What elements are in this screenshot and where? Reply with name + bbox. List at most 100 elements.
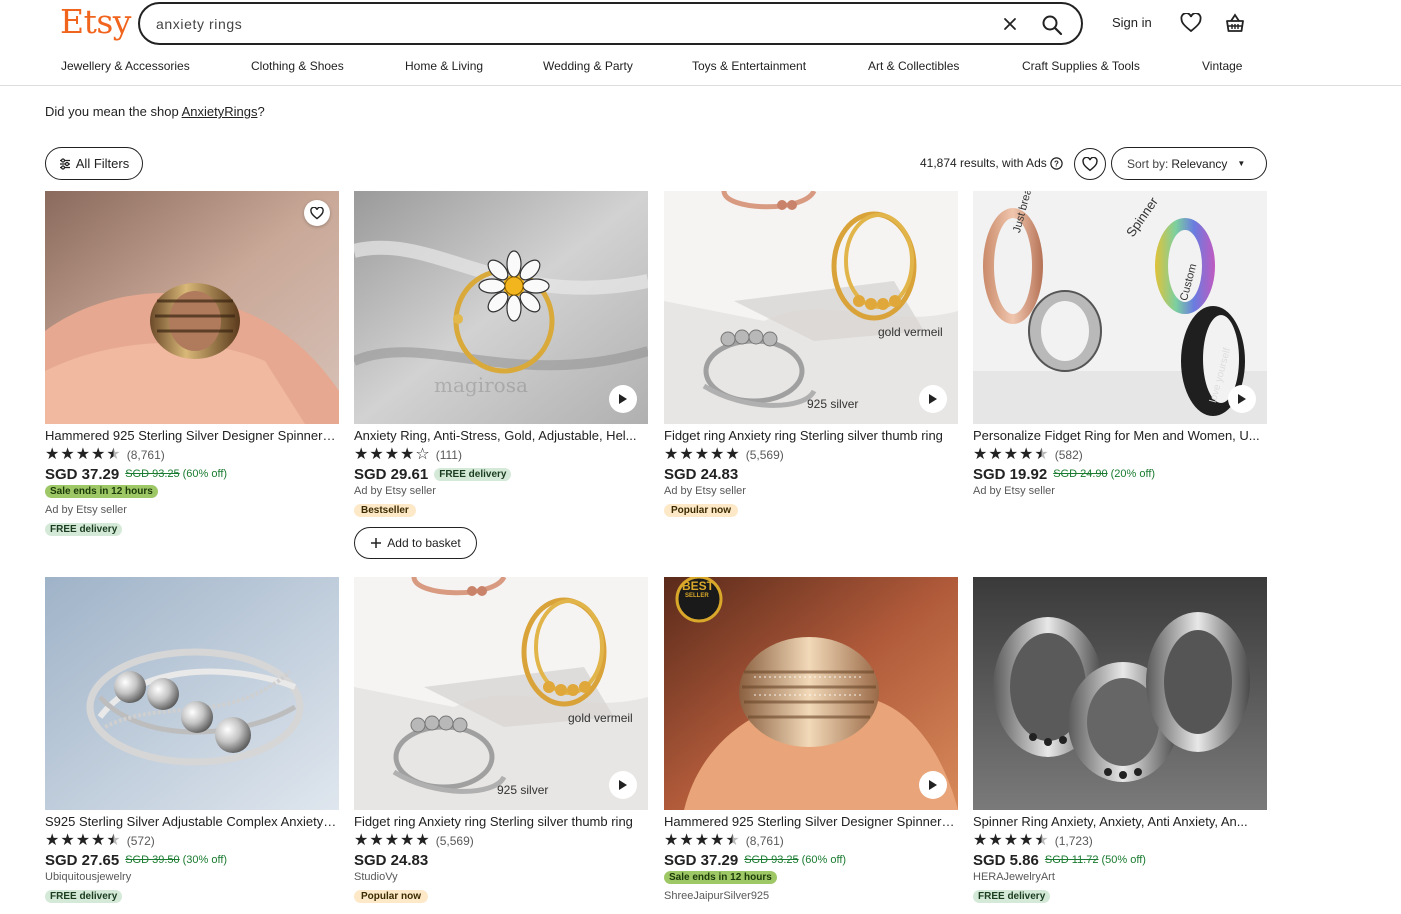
play-video-button[interactable] bbox=[919, 771, 947, 799]
star-icon: ★ bbox=[1034, 832, 1049, 849]
star-icon: ★ bbox=[45, 832, 60, 849]
listing-image[interactable]: gold vermeil 925 silver bbox=[664, 191, 958, 424]
listing-image[interactable]: Just breathe Spinner Custom love yoursel… bbox=[973, 191, 1267, 424]
listing-card[interactable]: S925 Sterling Silver Adjustable Complex … bbox=[45, 577, 339, 907]
category-vintage[interactable]: Vintage bbox=[1202, 59, 1242, 73]
seller-line: Ad by Etsy seller bbox=[973, 485, 1055, 497]
play-video-button[interactable] bbox=[609, 771, 637, 799]
favorites-button[interactable] bbox=[1179, 11, 1203, 35]
did-you-mean-prefix: Did you mean the shop bbox=[45, 104, 182, 119]
save-search-button[interactable] bbox=[1074, 148, 1106, 180]
help-icon[interactable]: ? bbox=[1050, 156, 1063, 170]
category-craft[interactable]: Craft Supplies & Tools bbox=[1022, 59, 1140, 73]
price: SGD 19.92 bbox=[973, 465, 1048, 483]
listing-title[interactable]: Hammered 925 Sterling Silver Designer Sp… bbox=[664, 814, 958, 830]
star-icon: ★ bbox=[354, 832, 369, 849]
etsy-logo[interactable]: Etsy bbox=[60, 2, 131, 41]
add-to-basket-button[interactable]: Add to basket bbox=[354, 527, 477, 559]
listing-title[interactable]: Fidget ring Anxiety ring Sterling silver… bbox=[354, 814, 648, 830]
star-icon: ☆ bbox=[415, 446, 430, 463]
ring-photo bbox=[45, 577, 339, 810]
listing-card[interactable]: Just breathe Spinner Custom love yoursel… bbox=[973, 191, 1267, 502]
heart-icon bbox=[1180, 13, 1202, 33]
listing-card[interactable]: BEST SELLER Hammered 925 Sterling Silver… bbox=[664, 577, 958, 907]
price-row: SGD 37.29 SGD 93.25 (60% off) bbox=[45, 465, 339, 483]
original-price: SGD 93.25 bbox=[744, 854, 799, 866]
price-row: SGD 37.29 SGD 93.25 (60% off) bbox=[664, 851, 958, 869]
star-icon: ★ bbox=[679, 832, 694, 849]
free-delivery-badge: FREE delivery bbox=[434, 467, 512, 481]
free-delivery-badge: FREE delivery bbox=[45, 523, 123, 536]
listing-title[interactable]: S925 Sterling Silver Adjustable Complex … bbox=[45, 814, 339, 830]
listing-image[interactable] bbox=[45, 191, 339, 424]
sort-dropdown[interactable]: Sort by: Relevancy ▼ bbox=[1111, 147, 1267, 180]
search-input[interactable] bbox=[156, 13, 976, 35]
search-button[interactable] bbox=[1038, 11, 1066, 39]
svg-text:?: ? bbox=[1054, 159, 1059, 168]
listing-image[interactable]: magirosa bbox=[354, 191, 648, 424]
discount: (20% off) bbox=[1110, 468, 1156, 480]
clear-search-button[interactable] bbox=[998, 12, 1022, 36]
basket-button[interactable] bbox=[1223, 11, 1247, 35]
star-icon: ★ bbox=[725, 832, 740, 849]
listing-title[interactable]: Hammered 925 Sterling Silver Designer Sp… bbox=[45, 428, 339, 444]
rating-row: ★ ★ ★ ★ ★ (582) bbox=[973, 447, 1267, 463]
rating-row: ★ ★ ★ ★ ☆ (111) bbox=[354, 447, 648, 463]
star-icon: ★ bbox=[725, 446, 740, 463]
play-icon bbox=[619, 394, 627, 404]
all-filters-button[interactable]: All Filters bbox=[45, 147, 143, 180]
price: SGD 37.29 bbox=[45, 465, 120, 483]
seller-line: HERAJewelryArt bbox=[973, 871, 1055, 883]
category-toys[interactable]: Toys & Entertainment bbox=[692, 59, 806, 73]
price-row: SGD 24.83 bbox=[664, 465, 958, 483]
category-jewellery[interactable]: Jewellery & Accessories bbox=[61, 59, 190, 73]
price-row: SGD 29.61 FREE delivery bbox=[354, 465, 648, 483]
rating-row: ★ ★ ★ ★ ★ (8,761) bbox=[45, 447, 339, 463]
star-icon: ★ bbox=[384, 446, 400, 463]
star-icon: ★ bbox=[1034, 446, 1049, 463]
play-video-button[interactable] bbox=[1228, 385, 1256, 413]
basket-icon bbox=[1226, 13, 1244, 32]
play-video-button[interactable] bbox=[609, 385, 637, 413]
play-icon bbox=[929, 780, 937, 790]
play-video-button[interactable] bbox=[919, 385, 947, 413]
category-wedding[interactable]: Wedding & Party bbox=[543, 59, 633, 73]
listing-card[interactable]: Hammered 925 Sterling Silver Designer Sp… bbox=[45, 191, 339, 540]
listing-card[interactable]: gold vermeil 925 silver Fidget ring Anxi… bbox=[664, 191, 958, 521]
listing-card[interactable]: Spinner Ring Anxiety, Anxiety, Anti Anxi… bbox=[973, 577, 1267, 907]
discount: (30% off) bbox=[182, 854, 228, 866]
listing-title[interactable]: Spinner Ring Anxiety, Anxiety, Anti Anxi… bbox=[973, 814, 1267, 830]
listing-card[interactable]: magirosa Anxiety Ring, Anti-Stress, Gold… bbox=[354, 191, 648, 559]
listing-image[interactable] bbox=[973, 577, 1267, 810]
listing-image[interactable]: BEST SELLER bbox=[664, 577, 958, 810]
listing-image[interactable]: gold vermeil 925 silver bbox=[354, 577, 648, 810]
star-icon: ★ bbox=[60, 832, 75, 849]
heart-icon bbox=[310, 206, 324, 219]
star-icon: ★ bbox=[988, 446, 1003, 463]
price: SGD 5.86 bbox=[973, 851, 1039, 869]
play-icon bbox=[619, 780, 627, 790]
best-seller-seal-bottom: SELLER bbox=[685, 593, 709, 599]
price: SGD 27.65 bbox=[45, 851, 120, 869]
discount: (50% off) bbox=[1101, 854, 1146, 866]
favorite-button[interactable] bbox=[304, 200, 330, 226]
listing-title[interactable]: Fidget ring Anxiety ring Sterling silver… bbox=[664, 428, 958, 444]
category-clothing[interactable]: Clothing & Shoes bbox=[251, 59, 344, 73]
sign-in-link[interactable]: Sign in bbox=[1112, 15, 1152, 30]
did-you-mean-suffix: ? bbox=[257, 104, 265, 119]
review-count: (8,761) bbox=[126, 448, 165, 462]
caret-down-icon: ▼ bbox=[1237, 159, 1246, 168]
search-bar[interactable] bbox=[138, 2, 1083, 45]
listing-card[interactable]: gold vermeil 925 silver Fidget ring Anxi… bbox=[354, 577, 648, 907]
category-art[interactable]: Art & Collectibles bbox=[868, 59, 959, 73]
all-filters-label: All Filters bbox=[75, 156, 130, 171]
star-icon: ★ bbox=[710, 832, 725, 849]
category-home[interactable]: Home & Living bbox=[405, 59, 483, 73]
star-icon: ★ bbox=[710, 446, 725, 463]
listing-image[interactable] bbox=[45, 577, 339, 810]
star-icon: ★ bbox=[369, 446, 384, 463]
star-icon: ★ bbox=[75, 832, 91, 849]
listing-title[interactable]: Anxiety Ring, Anti-Stress, Gold, Adjusta… bbox=[354, 428, 648, 444]
listing-title[interactable]: Personalize Fidget Ring for Men and Wome… bbox=[973, 428, 1267, 444]
suggested-shop-link[interactable]: AnxietyRings bbox=[182, 104, 258, 119]
